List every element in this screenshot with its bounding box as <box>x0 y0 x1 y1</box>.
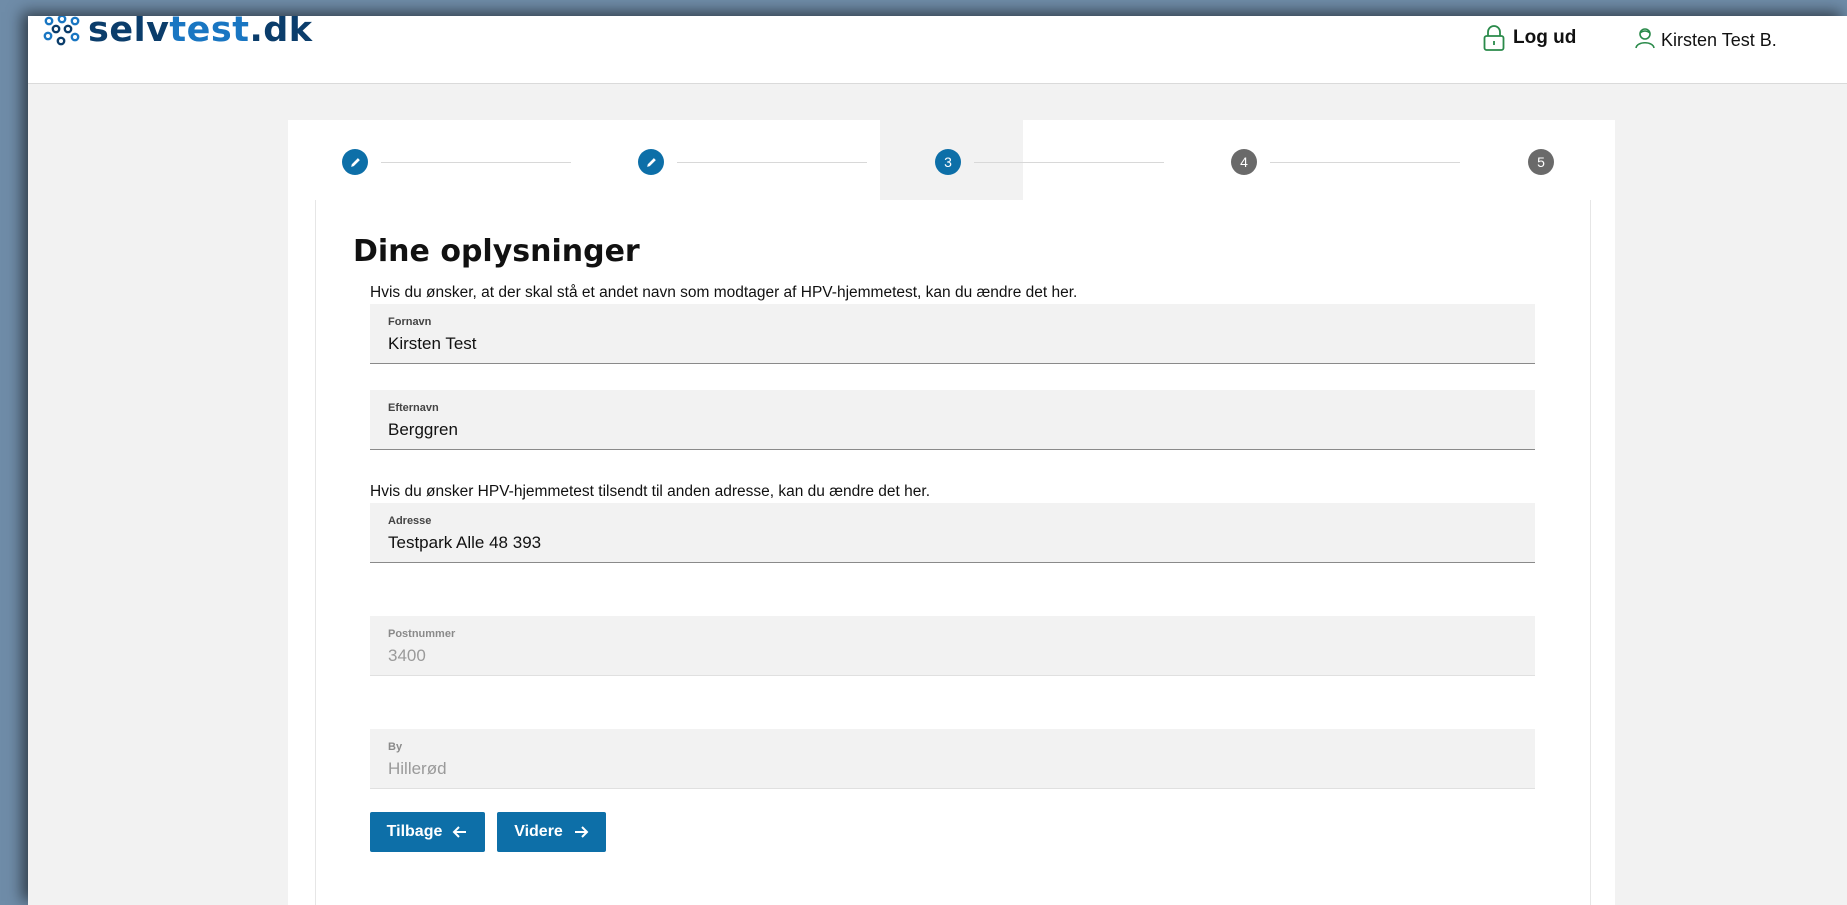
user-name: Kirsten Test B. <box>1661 29 1777 50</box>
form-card: 3 4 5 Dine oplysninger Hvis du ønsker, a… <box>288 120 1615 905</box>
logo-text-test: test <box>169 16 250 50</box>
arrow-left-icon <box>452 826 467 838</box>
back-button-label: Tilbage <box>386 823 443 840</box>
arrow-right-icon <box>574 826 589 838</box>
name-hint: Hvis du ønsker, at der skal stå et andet… <box>370 284 1078 301</box>
step-connector <box>677 162 867 163</box>
last-name-value[interactable]: Berggren <box>388 420 458 440</box>
postal-code-value: 3400 <box>388 646 426 665</box>
address-value[interactable]: Testpark Alle 48 393 <box>388 533 541 553</box>
user-menu[interactable]: Kirsten Test B. <box>1633 22 1777 58</box>
first-name-label: Fornavn <box>388 316 432 328</box>
step-connector <box>1270 162 1460 163</box>
logout-button[interactable]: Log ud <box>1483 20 1576 56</box>
next-button[interactable]: Videre <box>497 812 606 852</box>
step-5[interactable]: 5 <box>1528 149 1554 175</box>
site-logo[interactable]: selv test .dk <box>42 16 313 50</box>
step-3[interactable]: 3 <box>935 149 961 175</box>
first-name-value[interactable]: Kirsten Test <box>388 334 477 354</box>
last-name-label: Efternavn <box>388 402 439 414</box>
step-connector <box>381 162 571 163</box>
first-name-field[interactable]: Fornavn Kirsten Test <box>370 304 1535 364</box>
page-title: Dine oplysninger <box>353 234 640 269</box>
address-field[interactable]: Adresse Testpark Alle 48 393 <box>370 503 1535 563</box>
form-content: Dine oplysninger Hvis du ønsker, at der … <box>315 200 1591 905</box>
step-1[interactable] <box>342 149 368 175</box>
step-connector <box>974 162 1164 163</box>
back-button[interactable]: Tilbage <box>370 812 485 852</box>
logout-label: Log ud <box>1513 27 1577 48</box>
lock-icon <box>1483 25 1505 51</box>
last-name-field[interactable]: Efternavn Berggren <box>370 390 1535 450</box>
pencil-icon <box>350 157 360 167</box>
top-bar: selv test .dk Log ud Kirsten Test B. <box>28 16 1847 84</box>
user-icon <box>1635 28 1655 49</box>
progress-stepper: 3 4 5 <box>288 142 1615 182</box>
pencil-icon <box>646 157 656 167</box>
logo-text-dk: .dk <box>249 16 313 50</box>
browser-window: selv test .dk Log ud Kirsten Test B. 3 4… <box>28 16 1847 905</box>
step-2[interactable] <box>638 149 664 175</box>
city-value: Hillerød <box>388 759 447 778</box>
city-field: By Hillerød <box>370 729 1535 789</box>
address-hint: Hvis du ønsker HPV-hjemmetest tilsendt t… <box>370 483 931 500</box>
step-4[interactable]: 4 <box>1231 149 1257 175</box>
city-label: By <box>388 741 403 753</box>
address-label: Adresse <box>388 515 432 527</box>
logo-dots-icon <box>43 16 80 46</box>
next-button-label: Videre <box>514 823 563 840</box>
postal-code-label: Postnummer <box>388 628 456 640</box>
postal-code-field: Postnummer 3400 <box>370 616 1535 676</box>
logo-text-selv: selv <box>88 16 170 50</box>
